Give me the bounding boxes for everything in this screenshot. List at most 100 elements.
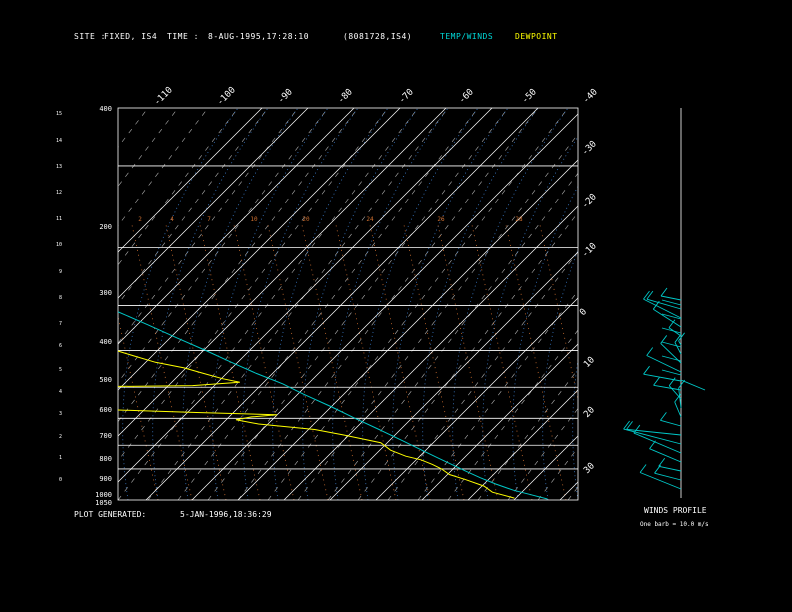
- height-km-tick: 15: [56, 111, 62, 117]
- height-km-tick: 11: [56, 216, 62, 222]
- mixing-ratio-label: 20: [302, 216, 310, 223]
- isotherm-top-label: -110: [152, 85, 174, 107]
- isotherm-top-label: -80: [336, 87, 355, 106]
- wind-barb-flag: [658, 457, 666, 467]
- isotherm-right-label: 10: [582, 355, 597, 370]
- isotherm-lines: [118, 108, 578, 500]
- mixing-ratio-lines: [118, 224, 578, 500]
- wind-barb: [661, 327, 682, 334]
- mixing-ratio-label: 10: [250, 216, 258, 223]
- moist-adiabat-line: [272, 108, 389, 500]
- wind-barb-flag: [643, 290, 650, 300]
- wind-barb: [660, 419, 682, 427]
- isotherm-line: [118, 108, 493, 483]
- wind-barb-flag: [639, 464, 647, 473]
- wind-barb-flag: [626, 421, 633, 430]
- height-km-tick: 9: [59, 269, 62, 275]
- height-km-tick: 6: [59, 343, 62, 349]
- height-km-tick: 1: [59, 455, 62, 461]
- mixing-ratio-line: [335, 224, 397, 500]
- isotherm-top-label: -50: [520, 87, 539, 106]
- wind-barb: [674, 401, 682, 418]
- isotherm-right-label: -20: [580, 192, 599, 211]
- pressure-tick-label: 400: [99, 105, 112, 113]
- plot-frame: [117, 107, 579, 501]
- mixing-ratio-label: 28: [515, 216, 523, 223]
- mixing-ratio-label: 4: [170, 216, 174, 223]
- wind-barb: [633, 432, 682, 454]
- pressure-tick-label: 700: [99, 432, 112, 440]
- moist-adiabat-line: [302, 108, 419, 500]
- mixing-ratio-line: [199, 224, 261, 500]
- moist-adiabat-line: [332, 108, 449, 500]
- isotherm-line: [191, 113, 578, 500]
- isotherm-top-label: -70: [397, 87, 416, 106]
- mixing-ratio-label: 24: [366, 216, 374, 223]
- dewpoint-line: [118, 350, 515, 499]
- isotherm-line: [145, 108, 539, 500]
- moist-adiabat-line: [362, 108, 479, 500]
- mixing-ratio-label: 26: [437, 216, 445, 223]
- mixing-ratio-line: [233, 224, 295, 500]
- skew-t-chart: 4002003004005006007008009001000105015141…: [0, 85, 792, 507]
- mixing-ratio-line: [437, 224, 499, 500]
- temperature-line: [118, 311, 548, 500]
- wind-barb-flag: [654, 464, 661, 474]
- isotherm-right-label: 30: [582, 461, 597, 476]
- moist-adiabat-line: [542, 249, 578, 500]
- mixing-ratio-line: [267, 224, 329, 500]
- isotherm-line: [237, 159, 578, 500]
- pressure-tick-label: 1050: [95, 499, 112, 507]
- dry-adiabat-line: [0, 108, 58, 500]
- mixing-ratio-label: 7: [207, 216, 211, 223]
- height-km-tick: 0: [59, 477, 62, 483]
- wind-barb-flag: [633, 424, 641, 434]
- dry-adiabat-line: [598, 108, 792, 500]
- wind-barb: [660, 295, 682, 301]
- isotherm-top-label: -60: [457, 87, 476, 106]
- moist-adiabat-line: [392, 108, 509, 500]
- pressure-tick-label: 200: [99, 223, 112, 231]
- wind-barb: [654, 472, 682, 481]
- isotherm-top-label: -90: [276, 87, 295, 106]
- moist-adiabat-line: [482, 136, 578, 500]
- isobar-lines: [118, 165, 578, 470]
- height-km-tick: 10: [56, 242, 62, 248]
- wind-barb: [658, 465, 682, 472]
- wind-barb-flag: [623, 420, 630, 430]
- isotherm-line: [118, 108, 401, 391]
- height-km-tick: 2: [59, 434, 62, 440]
- isotherm-line: [467, 389, 578, 500]
- isotherm-line: [421, 343, 578, 500]
- wind-barb-flag: [660, 287, 668, 297]
- moist-adiabat-line: [182, 108, 299, 500]
- pressure-tick-label: 500: [99, 376, 112, 384]
- mixing-ratio-line: [301, 224, 363, 500]
- height-km-tick: 14: [56, 138, 62, 144]
- pressure-tick-label: 300: [99, 289, 112, 297]
- height-km-tick: 3: [59, 411, 62, 417]
- height-km-tick: 8: [59, 295, 62, 301]
- wind-barb: [623, 428, 682, 445]
- dry-adiabat-line: [0, 108, 88, 500]
- pressure-tick-label: 400: [99, 338, 112, 346]
- dry-adiabat-line: [118, 108, 149, 148]
- wind-profile: [623, 108, 706, 498]
- wind-barb-flag: [646, 290, 654, 300]
- wind-barb-flag: [660, 412, 667, 421]
- wind-barb: [661, 341, 682, 348]
- isotherm-line: [118, 108, 309, 299]
- mixing-ratio-label: 2: [138, 216, 142, 223]
- wind-barb-flag: [649, 440, 656, 449]
- moist-adiabat-line: [512, 185, 578, 500]
- pressure-tick-label: 600: [99, 406, 112, 414]
- dry-adiabat-line: [507, 408, 578, 500]
- dry-adiabat-line: [118, 108, 269, 305]
- pressure-tick-label: 800: [99, 455, 112, 463]
- height-km-tick: 5: [59, 367, 62, 373]
- wind-barb: [661, 355, 682, 362]
- isotherm-right-label: 20: [582, 405, 597, 420]
- height-km-tick: 13: [56, 164, 62, 170]
- isotherm-line: [375, 297, 578, 500]
- height-km-tick: 7: [59, 321, 62, 327]
